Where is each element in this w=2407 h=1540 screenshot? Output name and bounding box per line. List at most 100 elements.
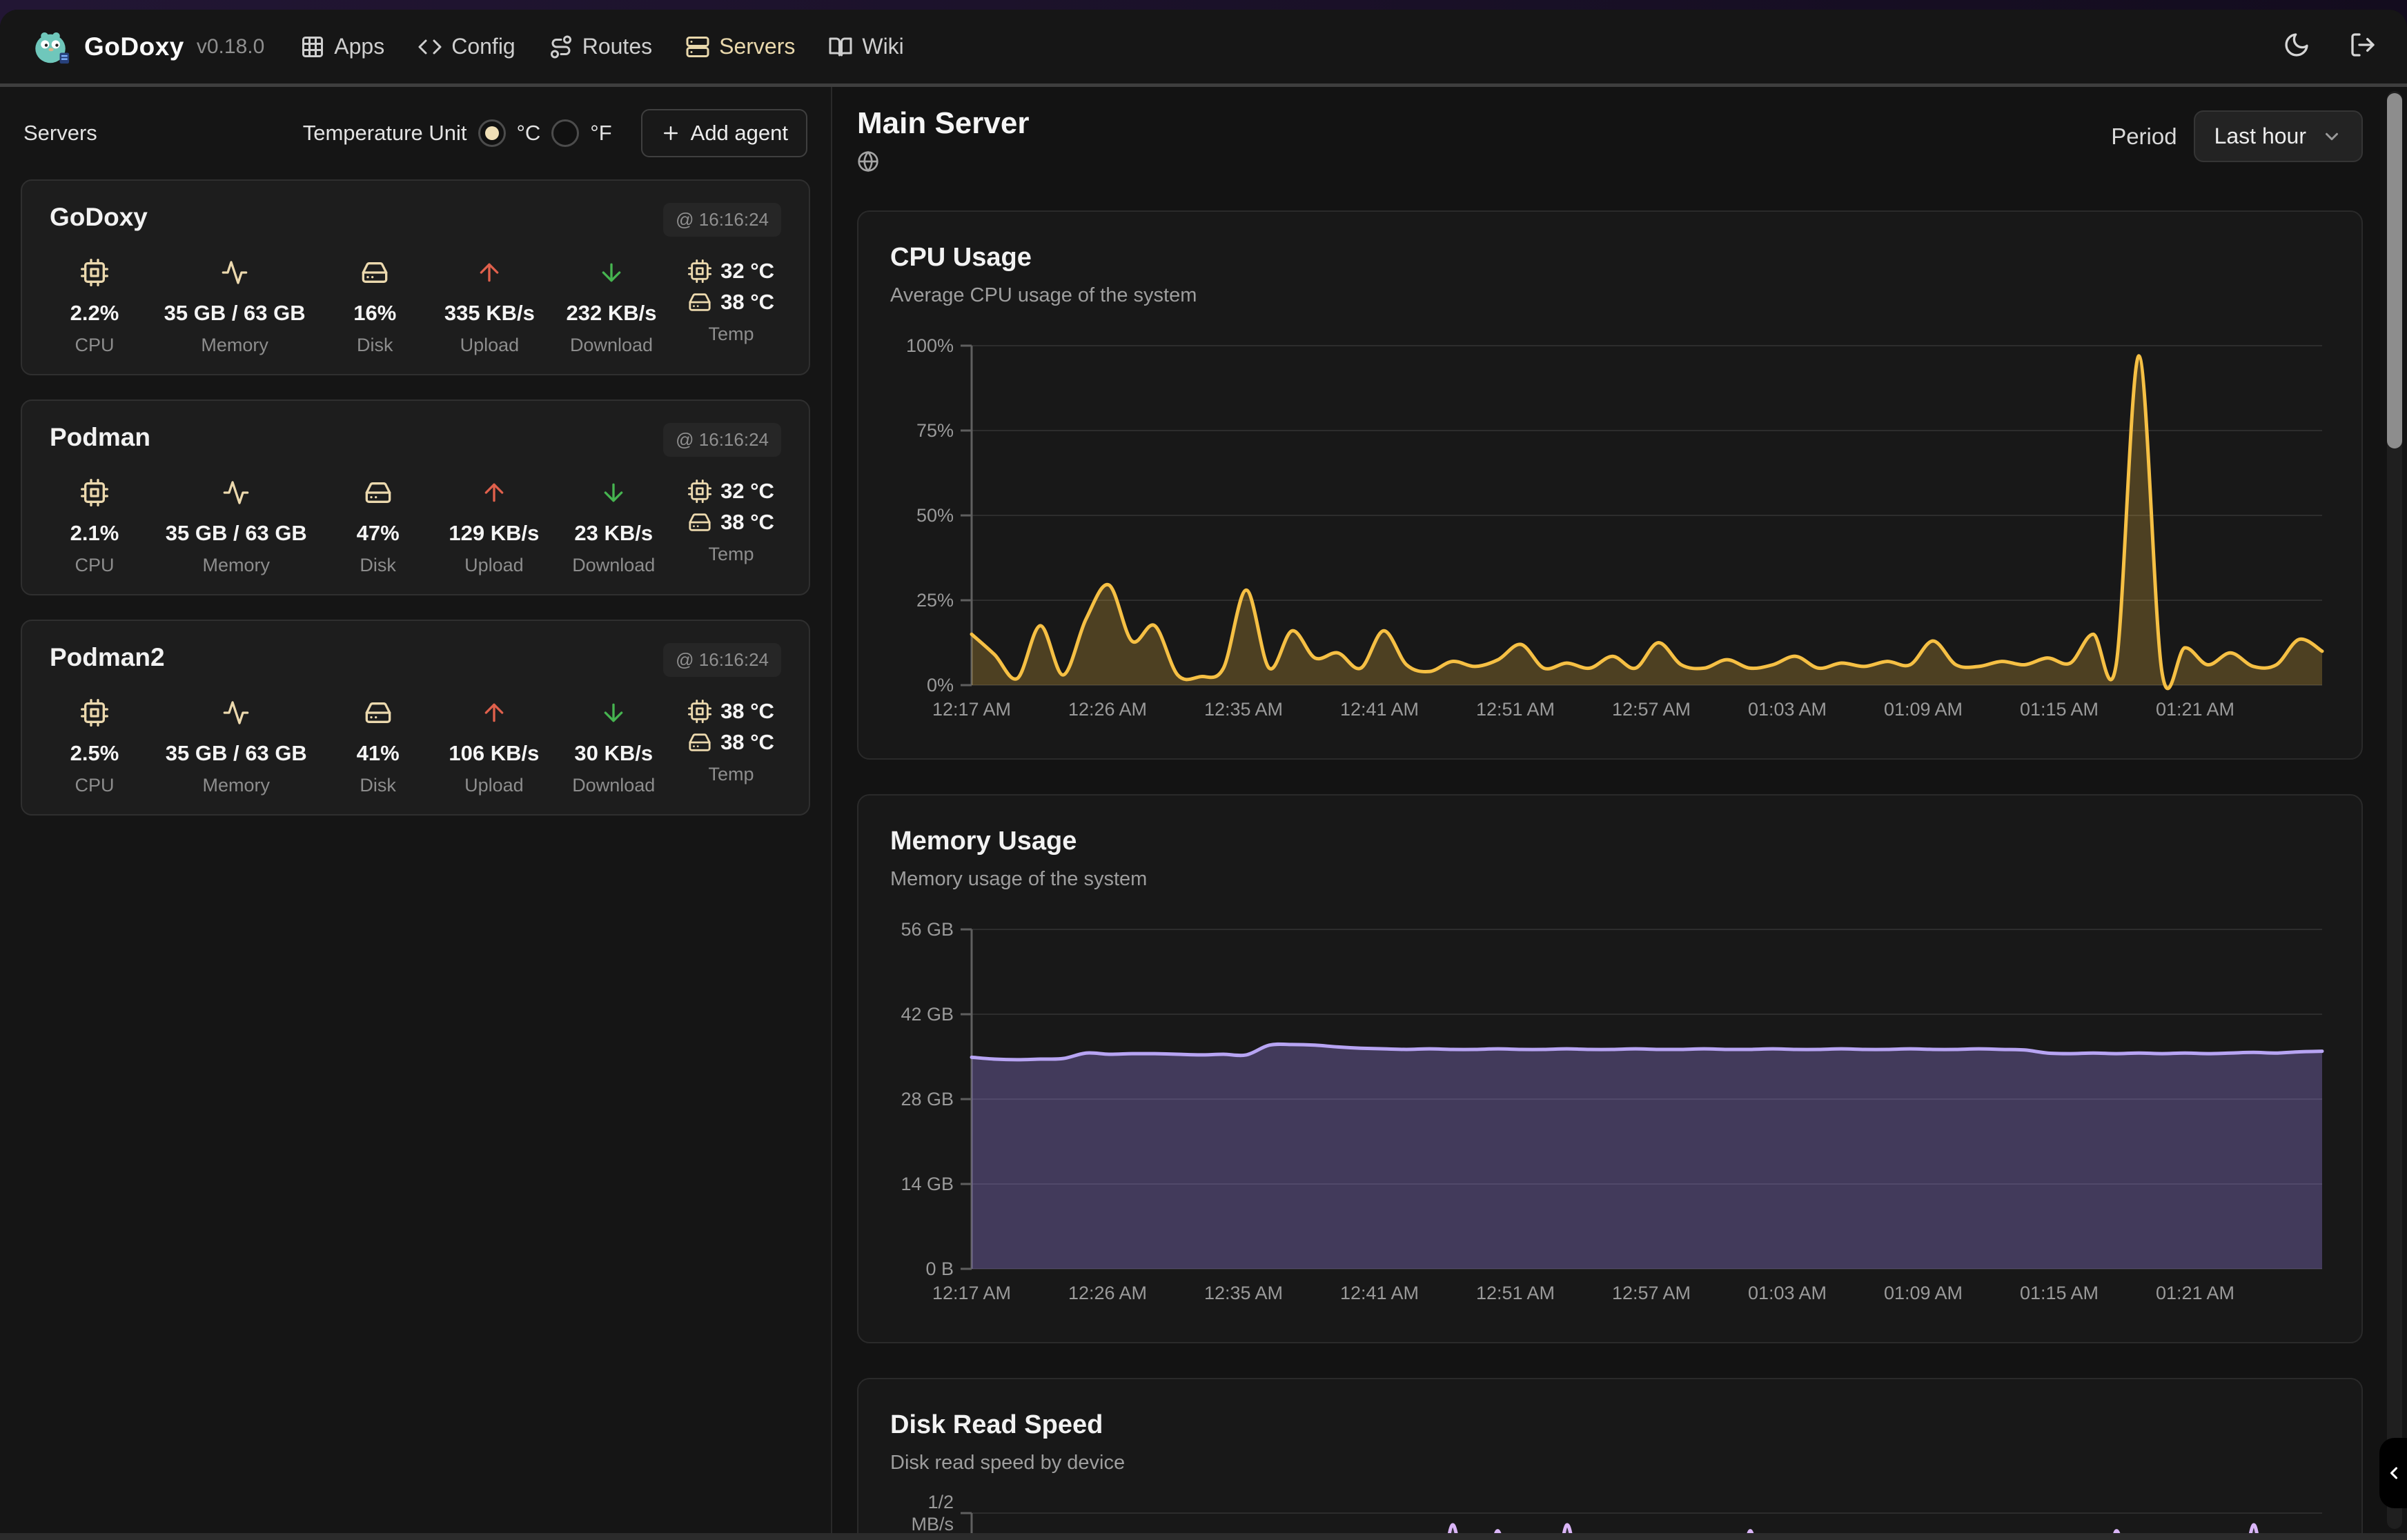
celsius-radio[interactable] <box>478 119 506 147</box>
cpu-temp-icon <box>688 700 711 723</box>
theme-toggle-button[interactable] <box>2283 31 2310 62</box>
x-axis-tick-label: 12:41 AM <box>1340 699 1419 720</box>
x-axis-tick-label: 01:15 AM <box>2020 1283 2099 1304</box>
main-content: Main Server Period Last hour CPU Usage A… <box>832 87 2407 1537</box>
cpu-icon <box>81 699 108 730</box>
chart-title: Memory Usage <box>890 825 2330 858</box>
nav-items: Apps Config Routes Servers Wiki <box>300 34 904 59</box>
drawer-toggle-handle[interactable] <box>2379 1438 2407 1508</box>
server-card-podman[interactable]: Podman @ 16:16:24 2.1%CPU 35 GB / 63 GBMemo… <box>21 399 810 595</box>
server-last-update: @ 16:16:24 <box>663 423 781 457</box>
nav-item-routes[interactable]: Routes <box>549 34 652 59</box>
x-axis-tick-label: 12:17 AM <box>932 699 1011 720</box>
y-axis-tick-label: 56 GB <box>901 918 954 940</box>
x-axis-tick-label: 12:57 AM <box>1612 1283 1691 1304</box>
nav-actions <box>2283 31 2377 62</box>
stat-temp: 32 °C38 °CTemp <box>688 259 774 356</box>
x-axis-tick-label: 12:17 AM <box>932 1283 1011 1304</box>
sidebar-title: Servers <box>23 121 97 146</box>
x-axis-tick-label: 01:21 AM <box>2156 699 2234 720</box>
x-axis-labels: 12:17 AM12:26 AM12:35 AM12:41 AM12:51 AM… <box>972 1283 2330 1319</box>
stat-download: 232 KB/sDownload <box>567 259 657 356</box>
y-axis-tick-label: 1/2 MB/s <box>911 1491 954 1535</box>
stat-cpu: 2.1%CPU <box>57 479 132 576</box>
x-axis-tick-label: 12:35 AM <box>1204 1283 1283 1304</box>
stat-cpu: 2.5%CPU <box>57 699 132 796</box>
x-axis-tick-label: 01:15 AM <box>2020 699 2099 720</box>
globe-icon <box>857 150 1029 176</box>
upload-arrow-icon <box>480 479 508 510</box>
cpu-icon <box>81 479 108 510</box>
chevron-down-icon <box>2321 126 2342 147</box>
stat-upload: 106 KB/sUpload <box>449 699 539 796</box>
servers-icon <box>685 34 710 59</box>
fahrenheit-radio[interactable] <box>551 119 579 147</box>
upload-arrow-icon <box>480 699 508 730</box>
grid-icon <box>300 34 325 59</box>
chevron-left-icon <box>2384 1463 2404 1483</box>
disk-temp-icon <box>688 731 711 754</box>
horizontal-scrollbar-track <box>0 1533 2407 1540</box>
vertical-scrollbar-thumb[interactable] <box>2387 93 2402 448</box>
cpu-icon <box>81 259 108 290</box>
stat-disk: 41%Disk <box>340 699 416 796</box>
x-axis-tick-label: 01:03 AM <box>1748 699 1827 720</box>
stat-cpu: 2.2%CPU <box>57 259 132 356</box>
stat-memory: 35 GB / 63 GBMemory <box>164 259 306 356</box>
stat-memory: 35 GB / 63 GBMemory <box>166 699 307 796</box>
cpu-usage-card: CPU Usage Average CPU usage of the syste… <box>857 210 2363 760</box>
harddrive-icon <box>364 479 392 510</box>
chart-title: Disk Read Speed <box>890 1408 2330 1441</box>
y-axis-tick-label: 28 GB <box>901 1088 954 1110</box>
app-window: GoDoxy v0.18.0 AppsConfigRoutesServersWi… <box>0 10 2407 1540</box>
page-title: Main Server <box>857 106 1029 141</box>
server-name: Podman <box>50 423 150 452</box>
main-header: Main Server Period Last hour <box>857 106 2363 176</box>
stat-upload: 335 KB/sUpload <box>444 259 535 356</box>
server-card-podman2[interactable]: Podman2@ 16:16:242.5%CPU35 GB / 63 GBMem… <box>21 620 810 816</box>
activity-icon <box>221 259 248 290</box>
logout-button[interactable] <box>2349 31 2377 62</box>
x-axis-labels: 12:17 AM12:26 AM12:35 AM12:41 AM12:51 AM… <box>972 699 2330 735</box>
celsius-label: °C <box>517 121 541 146</box>
nav-item-config[interactable]: Config <box>417 34 515 59</box>
server-card-godoxy[interactable]: GoDoxy@ 16:16:242.2%CPU35 GB / 63 GBMemo… <box>21 179 810 375</box>
stat-memory: 35 GB / 63 GBMemory <box>166 479 307 576</box>
chart-subtitle: Memory usage of the system <box>890 866 2330 892</box>
main-layout: Servers Temperature Unit °C °F Add agent… <box>0 87 2407 1537</box>
server-name: GoDoxy <box>50 203 148 232</box>
y-axis-tick-label: 0 B <box>925 1258 954 1280</box>
x-axis-tick-label: 12:35 AM <box>1204 699 1283 720</box>
x-axis-tick-label: 01:03 AM <box>1748 1283 1827 1304</box>
download-arrow-icon <box>598 259 625 290</box>
nav-item-wiki[interactable]: Wiki <box>828 34 903 59</box>
harddrive-icon <box>361 259 389 290</box>
sidebar-header: Servers Temperature Unit °C °F Add agent <box>23 109 807 157</box>
nav-item-servers[interactable]: Servers <box>685 34 795 59</box>
harddrive-icon <box>364 699 392 730</box>
stat-temp: 32 °C38 °CTemp <box>688 479 774 576</box>
download-arrow-icon <box>600 699 627 730</box>
disk-temp-icon <box>688 511 711 534</box>
stat-download: 23 KB/sDownload <box>572 479 655 576</box>
y-axis-tick-label: 100% <box>906 335 954 357</box>
navbar: GoDoxy v0.18.0 AppsConfigRoutesServersWi… <box>0 10 2407 87</box>
nav-item-apps[interactable]: Apps <box>300 34 384 59</box>
x-axis-tick-label: 01:21 AM <box>2156 1283 2234 1304</box>
temperature-unit-group: Temperature Unit °C °F Add agent <box>303 109 807 157</box>
add-agent-button[interactable]: Add agent <box>641 109 807 157</box>
x-axis-tick-label: 01:09 AM <box>1884 1283 1963 1304</box>
x-axis-tick-label: 12:51 AM <box>1476 699 1555 720</box>
activity-icon <box>222 699 250 730</box>
period-label: Period <box>2111 124 2177 150</box>
fahrenheit-label: °F <box>590 121 611 146</box>
x-axis-tick-label: 12:51 AM <box>1476 1283 1555 1304</box>
plus-icon <box>660 123 681 144</box>
brand-name: GoDoxy <box>84 32 184 61</box>
y-axis-tick-label: 42 GB <box>901 1003 954 1025</box>
memory-usage-chart <box>972 929 2322 1269</box>
period-value: Last hour <box>2214 124 2306 149</box>
period-select[interactable]: Last hour <box>2194 110 2363 162</box>
stat-temp: 38 °C38 °CTemp <box>688 699 774 796</box>
upload-arrow-icon <box>475 259 503 290</box>
